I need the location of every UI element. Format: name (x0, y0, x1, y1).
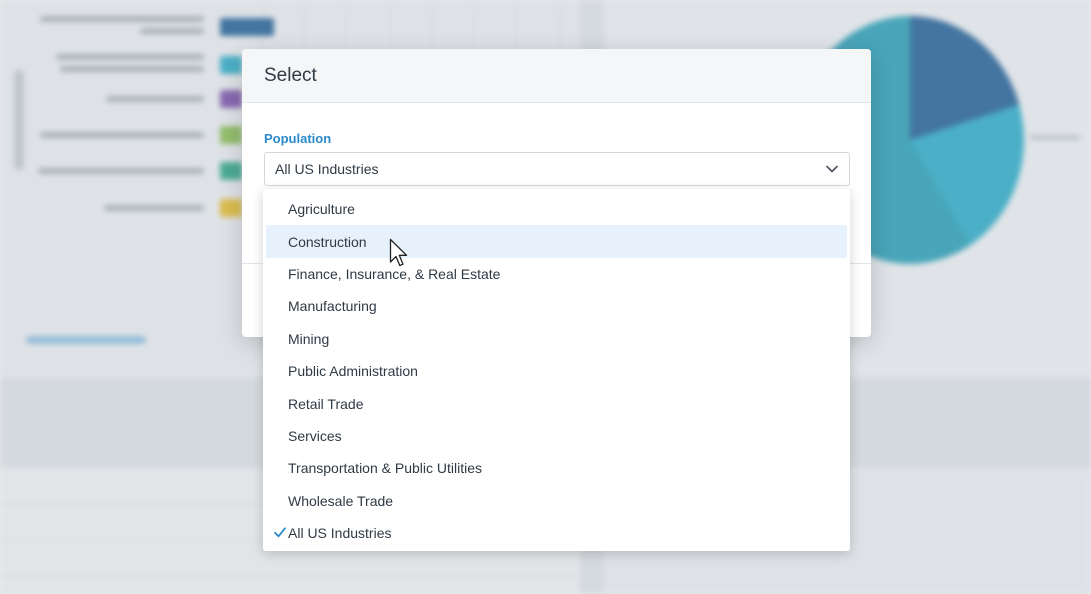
dropdown-option-label: Manufacturing (288, 298, 377, 315)
checkmark-icon (274, 527, 286, 538)
dropdown-option-retail-trade[interactable]: Retail Trade (266, 387, 847, 419)
population-select[interactable]: All US Industries (264, 152, 850, 186)
dropdown-option-label: Agriculture (288, 201, 355, 218)
population-dropdown-menu: Agriculture Construction Finance, Insuranc… (263, 189, 850, 551)
dropdown-option-finance-insurance-real-estate[interactable]: Finance, Insurance, & Real Estate (266, 258, 847, 290)
dropdown-option-mining[interactable]: Mining (266, 323, 847, 355)
chevron-down-icon[interactable] (825, 162, 839, 176)
dropdown-option-services[interactable]: Services (266, 420, 847, 452)
population-label: Population (264, 131, 332, 146)
dropdown-option-public-administration[interactable]: Public Administration (266, 355, 847, 387)
dropdown-option-label: Construction (288, 233, 367, 250)
dropdown-option-all-us-industries[interactable]: All US Industries (266, 517, 847, 549)
population-select-value: All US Industries (275, 161, 379, 177)
dropdown-option-label: Finance, Insurance, & Real Estate (288, 265, 501, 282)
dropdown-option-label: Mining (288, 330, 330, 347)
dropdown-option-manufacturing[interactable]: Manufacturing (266, 290, 847, 322)
dropdown-option-label: All US Industries (288, 525, 392, 542)
modal-title: Select (264, 64, 317, 86)
dropdown-option-label: Transportation & Public Utilities (288, 460, 483, 477)
dropdown-option-transportation-public-utilities[interactable]: Transportation & Public Utilities (266, 452, 847, 484)
dropdown-option-label: Services (288, 427, 342, 444)
dropdown-option-wholesale-trade[interactable]: Wholesale Trade (266, 485, 847, 517)
dropdown-option-label: Wholesale Trade (288, 492, 394, 509)
modal-header: Select (242, 49, 871, 103)
dropdown-option-construction[interactable]: Construction (266, 225, 847, 258)
dropdown-option-label: Retail Trade (288, 395, 364, 412)
dropdown-option-label: Public Administration (288, 363, 418, 380)
dropdown-option-agriculture[interactable]: Agriculture (266, 193, 847, 225)
